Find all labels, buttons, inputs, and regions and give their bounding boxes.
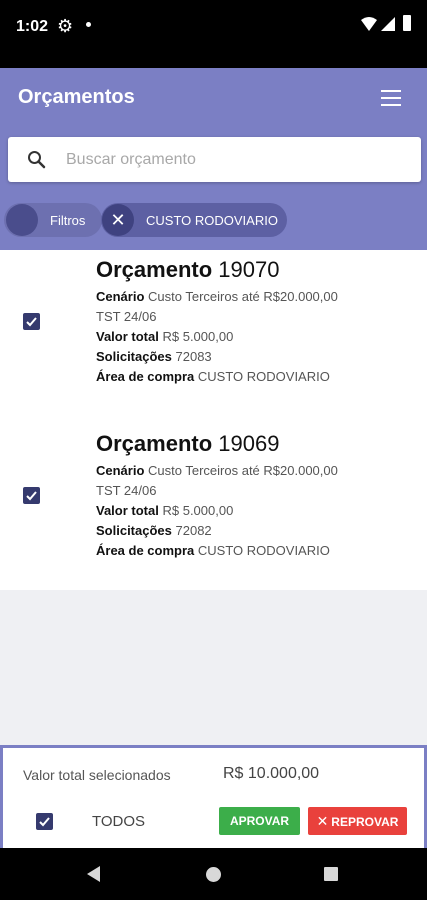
solicitacoes-label: Solicitações (96, 349, 172, 364)
orcamento-number: 19070 (218, 257, 280, 282)
checkbox-checked-icon[interactable] (23, 487, 40, 504)
solicitacoes-label: Solicitações (96, 523, 172, 538)
search-input[interactable] (66, 137, 406, 182)
active-filter-label: CUSTO RODOVIARIO (146, 213, 278, 228)
orcamento-title-prefix: Orçamento (96, 257, 213, 282)
checkbox-checked-icon[interactable] (36, 813, 53, 830)
solicitacoes-line: Solicitações 72082 (96, 523, 212, 538)
selection-summary-panel: Valor total selecionados R$ 10.000,00 TO… (0, 745, 427, 848)
orcamento-title: Orçamento 19069 (96, 431, 279, 457)
valor-label: Valor total (96, 503, 159, 518)
orcamento-number: 19069 (218, 431, 280, 456)
reprovar-button[interactable]: ✕ REPROVAR (308, 807, 407, 835)
gear-icon: ⚙ (57, 16, 74, 36)
valor-total-value: R$ 10.000,00 (223, 765, 320, 782)
status-time: 1:02 (16, 18, 49, 35)
todos-label[interactable]: TODOS (92, 813, 145, 830)
notification-dot-icon (86, 22, 91, 27)
wifi-icon (361, 17, 377, 36)
cenario-value: Custo Terceiros até R$20.000,00 (148, 289, 338, 304)
area-line: Área de compra CUSTO RODOVIARIO (96, 369, 330, 384)
content-area: Orçamento 19070 Cenário Custo Terceiros … (0, 250, 427, 745)
solicitacoes-value: 72082 (175, 523, 212, 538)
orcamento-card[interactable]: Orçamento 19069 Cenário Custo Terceiros … (0, 424, 427, 594)
area-value: CUSTO RODOVIARIO (197, 369, 330, 384)
menu-icon[interactable] (381, 90, 401, 106)
orcamento-title: Orçamento 19070 (96, 257, 279, 283)
area-label: Área de compra (96, 543, 195, 558)
orcamento-title-prefix: Orçamento (96, 431, 213, 456)
filtros-chip-avatar (6, 204, 38, 236)
back-icon[interactable] (87, 866, 100, 882)
valor-line: Valor total R$ 5.000,00 (96, 329, 233, 344)
close-icon: ✕ (316, 812, 329, 829)
cenario-label: Cenário (96, 463, 145, 478)
signal-icon (381, 17, 395, 36)
solicitacoes-line: Solicitações 72083 (96, 349, 212, 364)
valor-total-label: Valor total selecionados (23, 767, 171, 783)
valor-value: R$ 5.000,00 (162, 329, 234, 344)
area-line: Área de compra CUSTO RODOVIARIO (96, 543, 330, 558)
valor-label: Valor total (96, 329, 159, 344)
valor-value: R$ 5.000,00 (162, 503, 234, 518)
cenario-line: Cenário Custo Terceiros até R$20.000,00 (96, 289, 338, 304)
close-icon[interactable]: ✕ (102, 204, 134, 236)
cenario-line-2: TST 24/06 (96, 309, 157, 324)
valor-line: Valor total R$ 5.000,00 (96, 503, 233, 518)
app-header: Orçamentos Filtros ✕ CUSTO RODOVIARIO (0, 68, 427, 250)
system-nav-bar (0, 848, 427, 900)
reprovar-label: REPROVAR (331, 814, 399, 829)
recents-icon[interactable] (324, 867, 338, 881)
filtros-chip-label: Filtros (50, 213, 86, 228)
filtros-chip[interactable]: Filtros (4, 203, 102, 237)
area-value: CUSTO RODOVIARIO (197, 543, 330, 558)
search-box[interactable] (8, 137, 421, 182)
cenario-value: Custo Terceiros até R$20.000,00 (148, 463, 338, 478)
cenario-line-2: TST 24/06 (96, 483, 157, 498)
solicitacoes-value: 72083 (175, 349, 212, 364)
area-label: Área de compra (96, 369, 195, 384)
cenario-label: Cenário (96, 289, 145, 304)
cenario-line: Cenário Custo Terceiros até R$20.000,00 (96, 463, 338, 478)
active-filter-chip[interactable]: ✕ CUSTO RODOVIARIO (101, 203, 287, 237)
status-bar: 1:02 ⚙ (0, 0, 427, 68)
aprovar-button[interactable]: APROVAR (219, 807, 300, 835)
orcamento-list: Orçamento 19070 Cenário Custo Terceiros … (0, 250, 427, 590)
battery-icon (403, 15, 411, 31)
checkbox-checked-icon[interactable] (23, 313, 40, 330)
page-title: Orçamentos (18, 86, 135, 108)
orcamento-card[interactable]: Orçamento 19070 Cenário Custo Terceiros … (0, 250, 427, 420)
home-icon[interactable] (206, 867, 221, 882)
search-icon (27, 150, 46, 174)
